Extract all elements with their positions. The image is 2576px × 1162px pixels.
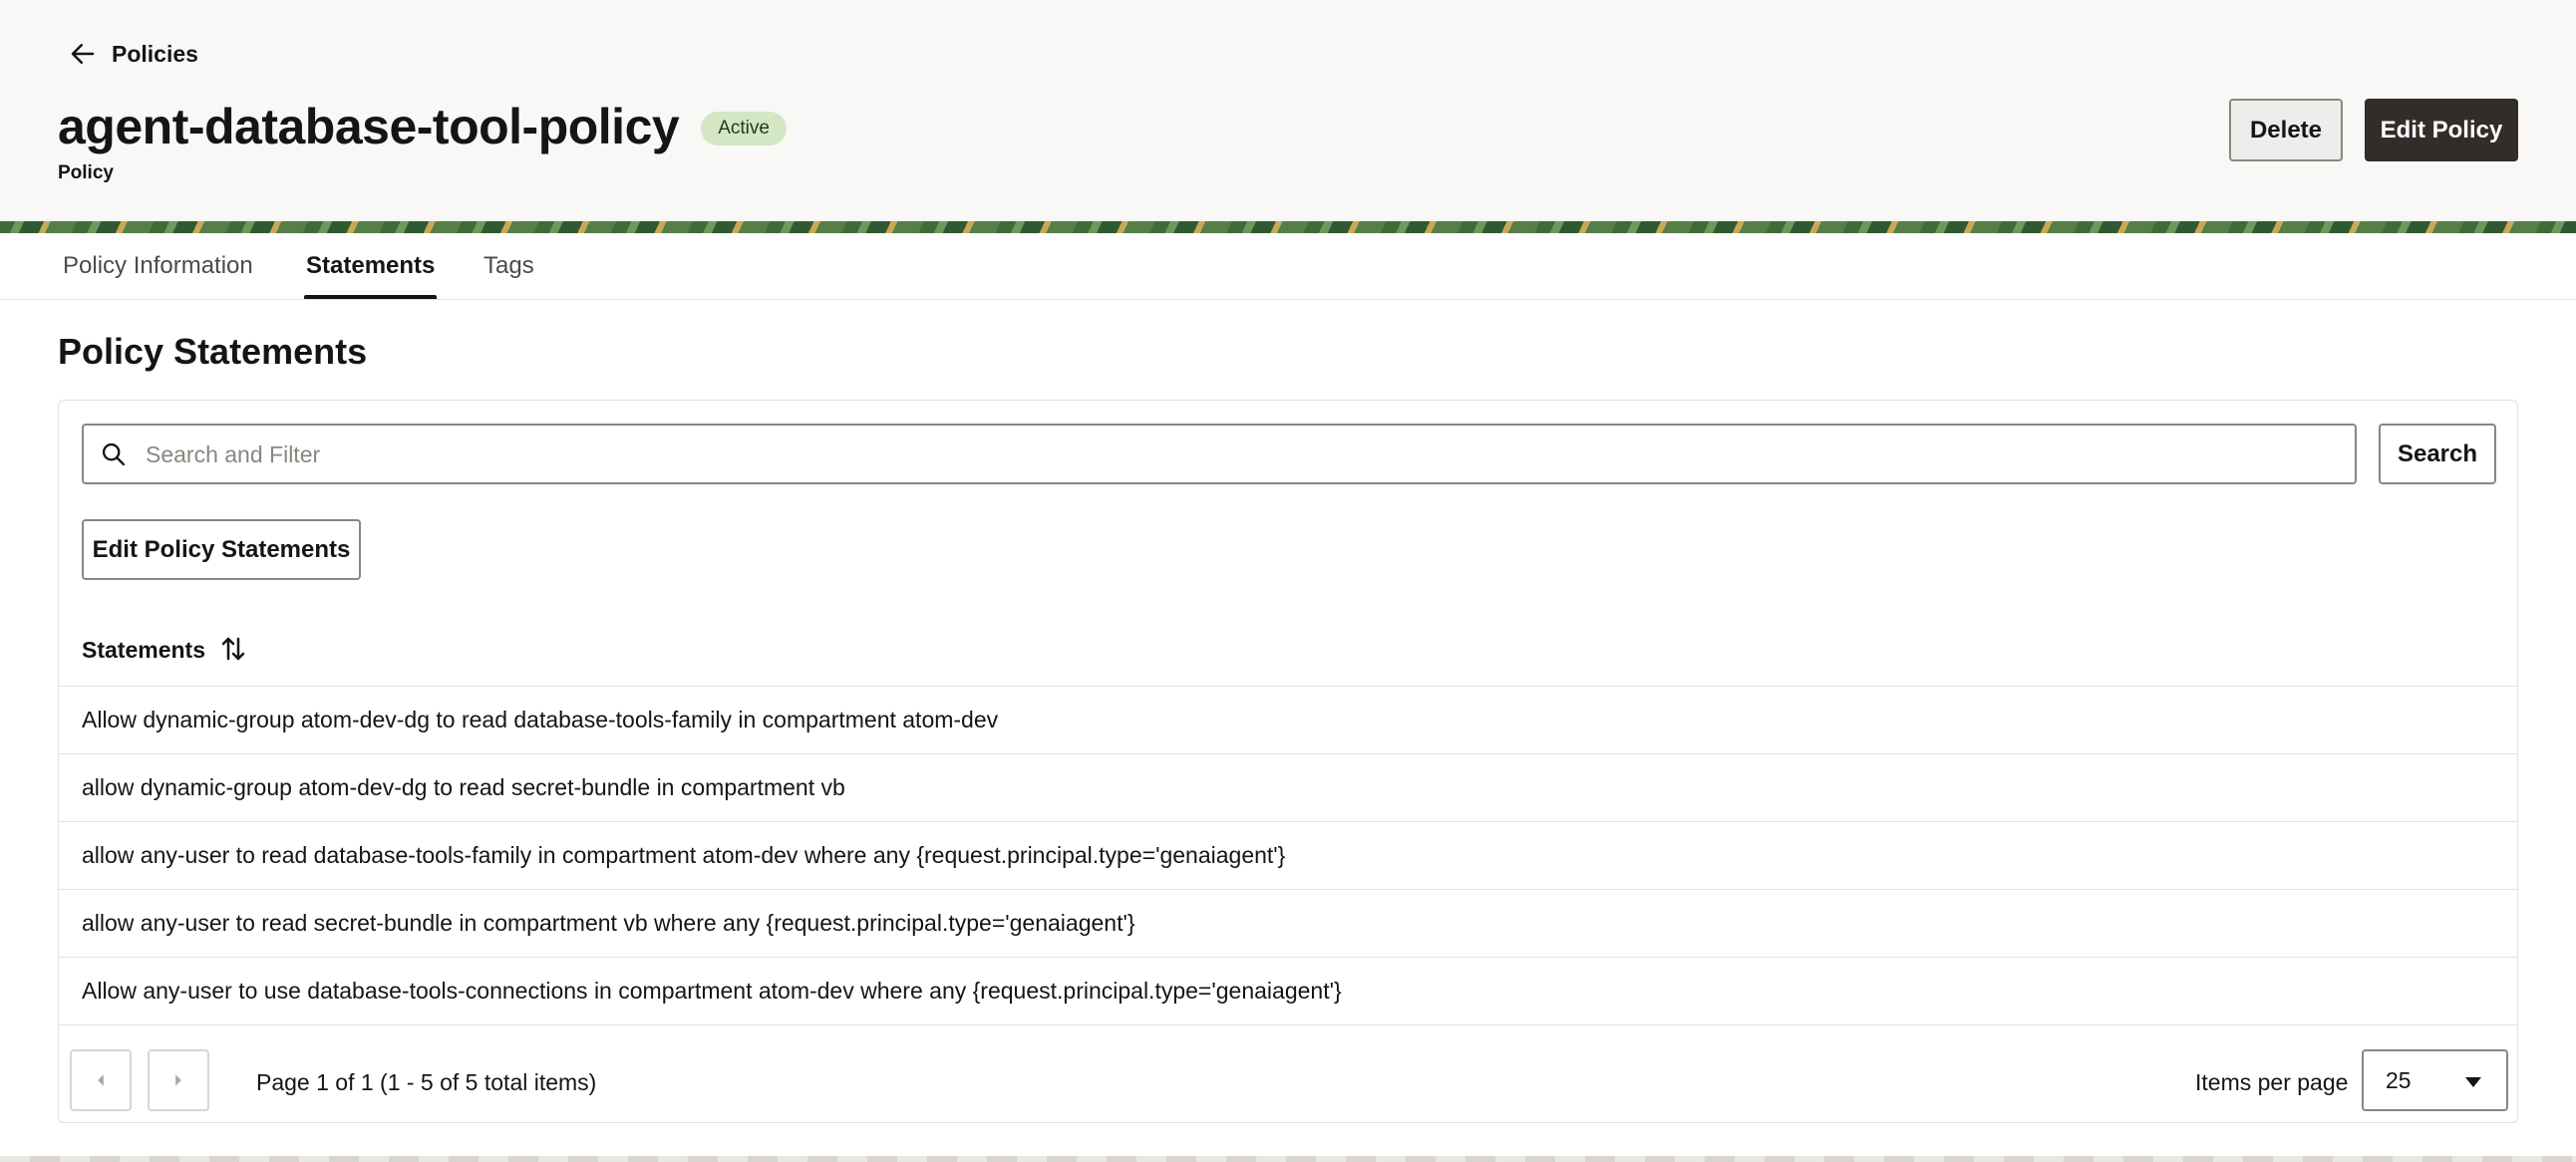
- page-title: agent-database-tool-policy: [58, 99, 680, 154]
- arrow-left-icon: [71, 44, 95, 64]
- section-title: Policy Statements: [58, 331, 368, 372]
- edit-policy-statements-button[interactable]: Edit Policy Statements: [82, 519, 361, 580]
- sort-icon[interactable]: [218, 633, 248, 665]
- tab-policy-information[interactable]: Policy Information: [63, 233, 253, 299]
- statement-text: Allow dynamic-group atom-dev-dg to read …: [82, 707, 999, 732]
- table-header: Statements: [59, 615, 2517, 687]
- back-link-label: Policies: [112, 40, 198, 67]
- previous-page-button[interactable]: [70, 1049, 132, 1111]
- statements-panel: Search Edit Policy Statements Statements…: [58, 400, 2518, 1123]
- items-per-page-label: Items per page: [2195, 1069, 2349, 1095]
- tab-statements[interactable]: Statements: [303, 233, 438, 299]
- pagination-status: Page 1 of 1 (1 - 5 of 5 total items): [256, 1069, 597, 1095]
- tab-tags[interactable]: Tags: [483, 233, 534, 299]
- tab-bar: Policy Information Statements Tags: [0, 233, 2576, 300]
- statement-text: allow any-user to read database-tools-fa…: [82, 842, 1286, 868]
- search-input[interactable]: [144, 426, 2341, 484]
- search-button[interactable]: Search: [2379, 424, 2496, 484]
- page-header: Policies agent-database-tool-policy Acti…: [0, 0, 2576, 221]
- statement-text: allow any-user to read secret-bundle in …: [82, 910, 1135, 936]
- chevron-down-icon: [2465, 1077, 2481, 1087]
- statement-text: Allow any-user to use database-tools-con…: [82, 978, 1342, 1004]
- back-to-policies-link[interactable]: Policies: [68, 36, 198, 72]
- caret-left-icon: [98, 1074, 104, 1086]
- table-row: Allow any-user to use database-tools-con…: [59, 958, 2517, 1025]
- next-page-button[interactable]: [148, 1049, 209, 1111]
- table-row: allow any-user to read secret-bundle in …: [59, 890, 2517, 958]
- delete-button[interactable]: Delete: [2229, 99, 2343, 161]
- search-icon: [102, 442, 126, 466]
- table-row: Allow dynamic-group atom-dev-dg to read …: [59, 687, 2517, 754]
- statements-column-header: Statements: [82, 637, 205, 663]
- table-row: allow any-user to read database-tools-fa…: [59, 822, 2517, 890]
- page-subtitle: Policy: [58, 162, 114, 183]
- footer-strip: [0, 1156, 2576, 1162]
- decorative-banner: [0, 221, 2576, 233]
- status-badge: Active: [701, 112, 787, 145]
- caret-right-icon: [175, 1074, 181, 1086]
- items-per-page-select[interactable]: 25: [2362, 1049, 2508, 1111]
- items-per-page-value: 25: [2386, 1067, 2412, 1093]
- edit-policy-button[interactable]: Edit Policy: [2365, 99, 2518, 161]
- statement-text: allow dynamic-group atom-dev-dg to read …: [82, 774, 845, 800]
- search-box[interactable]: [82, 424, 2357, 484]
- table-row: allow dynamic-group atom-dev-dg to read …: [59, 754, 2517, 822]
